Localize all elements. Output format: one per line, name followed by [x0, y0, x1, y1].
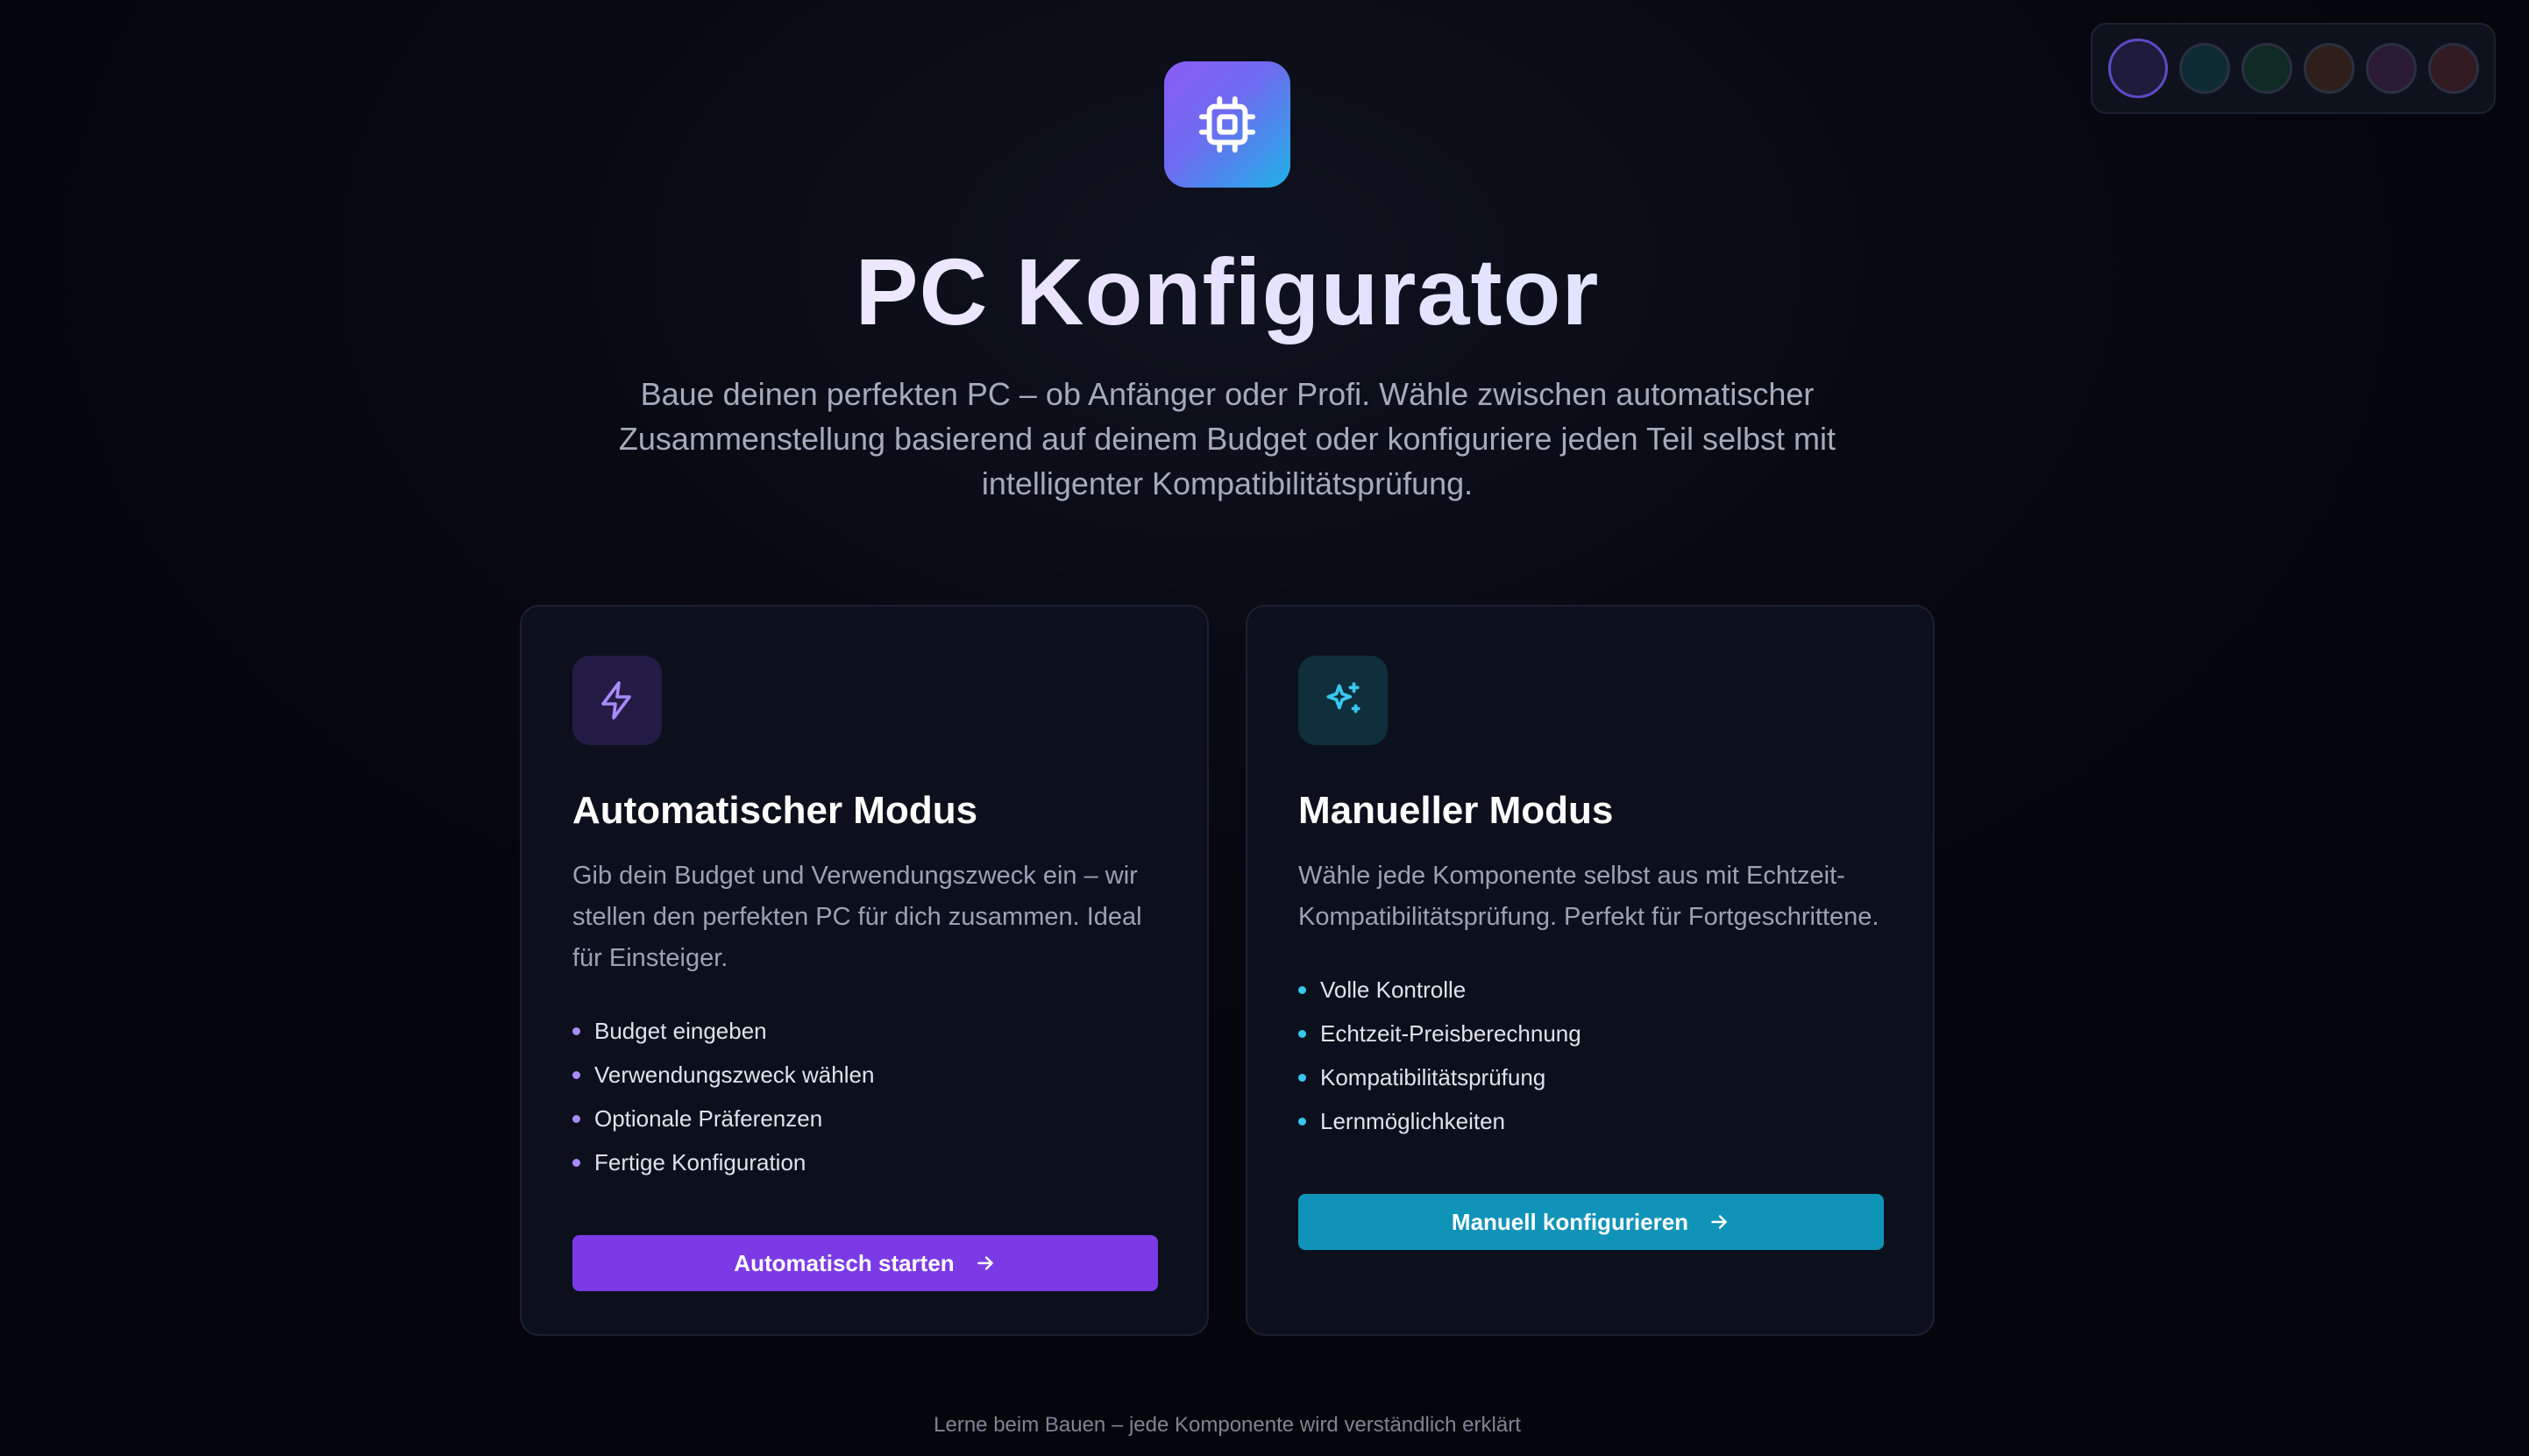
manual-mode-title: Manueller Modus	[1298, 789, 1614, 832]
bullet-dot	[572, 1026, 580, 1035]
theme-picker	[2091, 23, 2496, 114]
manual-mode-description: Wähle jede Komponente selbst aus mit Ech…	[1298, 862, 1879, 931]
bullet-dot	[572, 1114, 580, 1123]
page-title: PC Konfigurator	[0, 237, 2454, 346]
list-item: Fertige Konfiguration	[572, 1140, 1156, 1184]
list-item: Lernmöglichkeiten	[1298, 1099, 1882, 1143]
start-auto-button[interactable]: Automatisch starten	[572, 1235, 1158, 1291]
auto-mode-description: Gib dein Budget und Verwendungszweck ein…	[572, 862, 1142, 972]
list-item: Budget eingeben	[572, 1009, 1156, 1053]
list-item: Echtzeit-Preisberechnung	[1298, 1012, 1882, 1055]
bullet-dot	[1298, 1073, 1306, 1082]
theme-swatch-green[interactable]	[2241, 43, 2292, 94]
app-logo	[1164, 61, 1290, 188]
theme-swatch-teal[interactable]	[2179, 43, 2230, 94]
list-item: Kompatibilitätsprüfung	[1298, 1055, 1882, 1099]
manual-mode-card[interactable]: Manueller Modus Wähle jede Komponente se…	[1246, 605, 1935, 1336]
lightning-icon	[601, 681, 631, 720]
sparkles-icon	[1326, 682, 1360, 714]
theme-swatch-brown[interactable]	[2304, 43, 2355, 94]
arrow-right-icon	[1711, 1215, 1727, 1229]
auto-mode-card[interactable]: Automatischer Modus Gib dein Budget und …	[520, 605, 1209, 1336]
theme-swatch-red[interactable]	[2428, 43, 2479, 94]
bullet-dot	[572, 1070, 580, 1079]
configure-manual-button[interactable]: Manuell konfigurieren	[1298, 1194, 1884, 1250]
auto-mode-icon-box	[572, 656, 662, 745]
bullet-dot	[1298, 1117, 1306, 1126]
page-subtitle: Baue deinen perfekten PC – ob Anfänger o…	[618, 376, 1836, 501]
manual-mode-icon-box	[1298, 656, 1388, 745]
start-auto-label: Automatisch starten	[734, 1249, 955, 1276]
theme-swatch-purple[interactable]	[2366, 43, 2417, 94]
list-item: Volle Kontrolle	[1298, 968, 1882, 1012]
cpu-icon	[1198, 96, 1256, 153]
auto-feature-list: Budget eingeben Verwendungszweck wählen …	[572, 1009, 1156, 1184]
bullet-dot	[1298, 985, 1306, 994]
arrow-right-icon	[977, 1256, 993, 1270]
bullet-dot	[1298, 1029, 1306, 1038]
bullet-dot	[572, 1158, 580, 1167]
list-item: Optionale Präferenzen	[572, 1097, 1156, 1140]
list-item: Verwendungszweck wählen	[572, 1053, 1156, 1097]
manual-feature-list: Volle Kontrolle Echtzeit-Preisberechnung…	[1298, 968, 1882, 1143]
configure-manual-label: Manuell konfigurieren	[1451, 1208, 1689, 1235]
theme-swatch-violet[interactable]	[2108, 39, 2168, 98]
auto-mode-title: Automatischer Modus	[572, 789, 978, 832]
footer-note: Lerne beim Bauen – jede Komponente wird …	[934, 1413, 1521, 1437]
